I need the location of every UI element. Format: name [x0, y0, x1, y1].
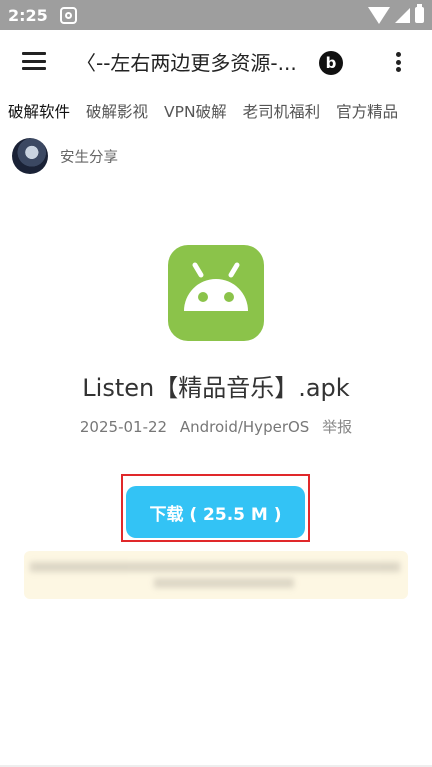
author-row[interactable]: 安生分享	[12, 138, 118, 174]
tab-official[interactable]: 官方精品	[328, 96, 406, 130]
battery-icon	[415, 4, 424, 23]
file-title: Listen【精品音乐】.apk	[82, 374, 350, 402]
report-link[interactable]: 举报	[322, 418, 352, 436]
more-options-icon[interactable]	[395, 52, 401, 72]
avatar[interactable]	[12, 138, 48, 174]
page-title: 〈--左右两边更多资源-...	[76, 51, 297, 75]
file-date: 2025-01-22	[79, 418, 168, 436]
file-meta: 2025-01-22 Android/HyperOS 举报	[0, 416, 432, 437]
tab-driver-welfare[interactable]: 老司机福利	[235, 96, 329, 130]
notification-app-icon	[59, 6, 77, 24]
status-bar: 2:25	[0, 0, 432, 30]
author-name[interactable]: 安生分享	[60, 146, 118, 167]
category-tabs: 破解软件 破解影视 VPN破解 老司机福利 官方精品	[0, 96, 432, 130]
android-app-icon	[168, 245, 264, 341]
tab-vpn[interactable]: VPN破解	[156, 96, 235, 130]
tab-cracked-software[interactable]: 破解软件	[0, 96, 78, 130]
notice-box-blurred	[24, 551, 408, 599]
status-indicators	[368, 4, 424, 24]
menu-icon[interactable]	[22, 52, 46, 70]
tab-cracked-video[interactable]: 破解影视	[78, 96, 156, 130]
status-time: 2:25	[8, 5, 48, 25]
download-button[interactable]: 下载 ( 25.5 M )	[126, 486, 305, 538]
signal-icon	[395, 7, 410, 23]
wifi-icon	[368, 6, 390, 24]
file-platform: Android/HyperOS	[179, 418, 310, 436]
b-logo-icon[interactable]: b	[319, 51, 343, 75]
